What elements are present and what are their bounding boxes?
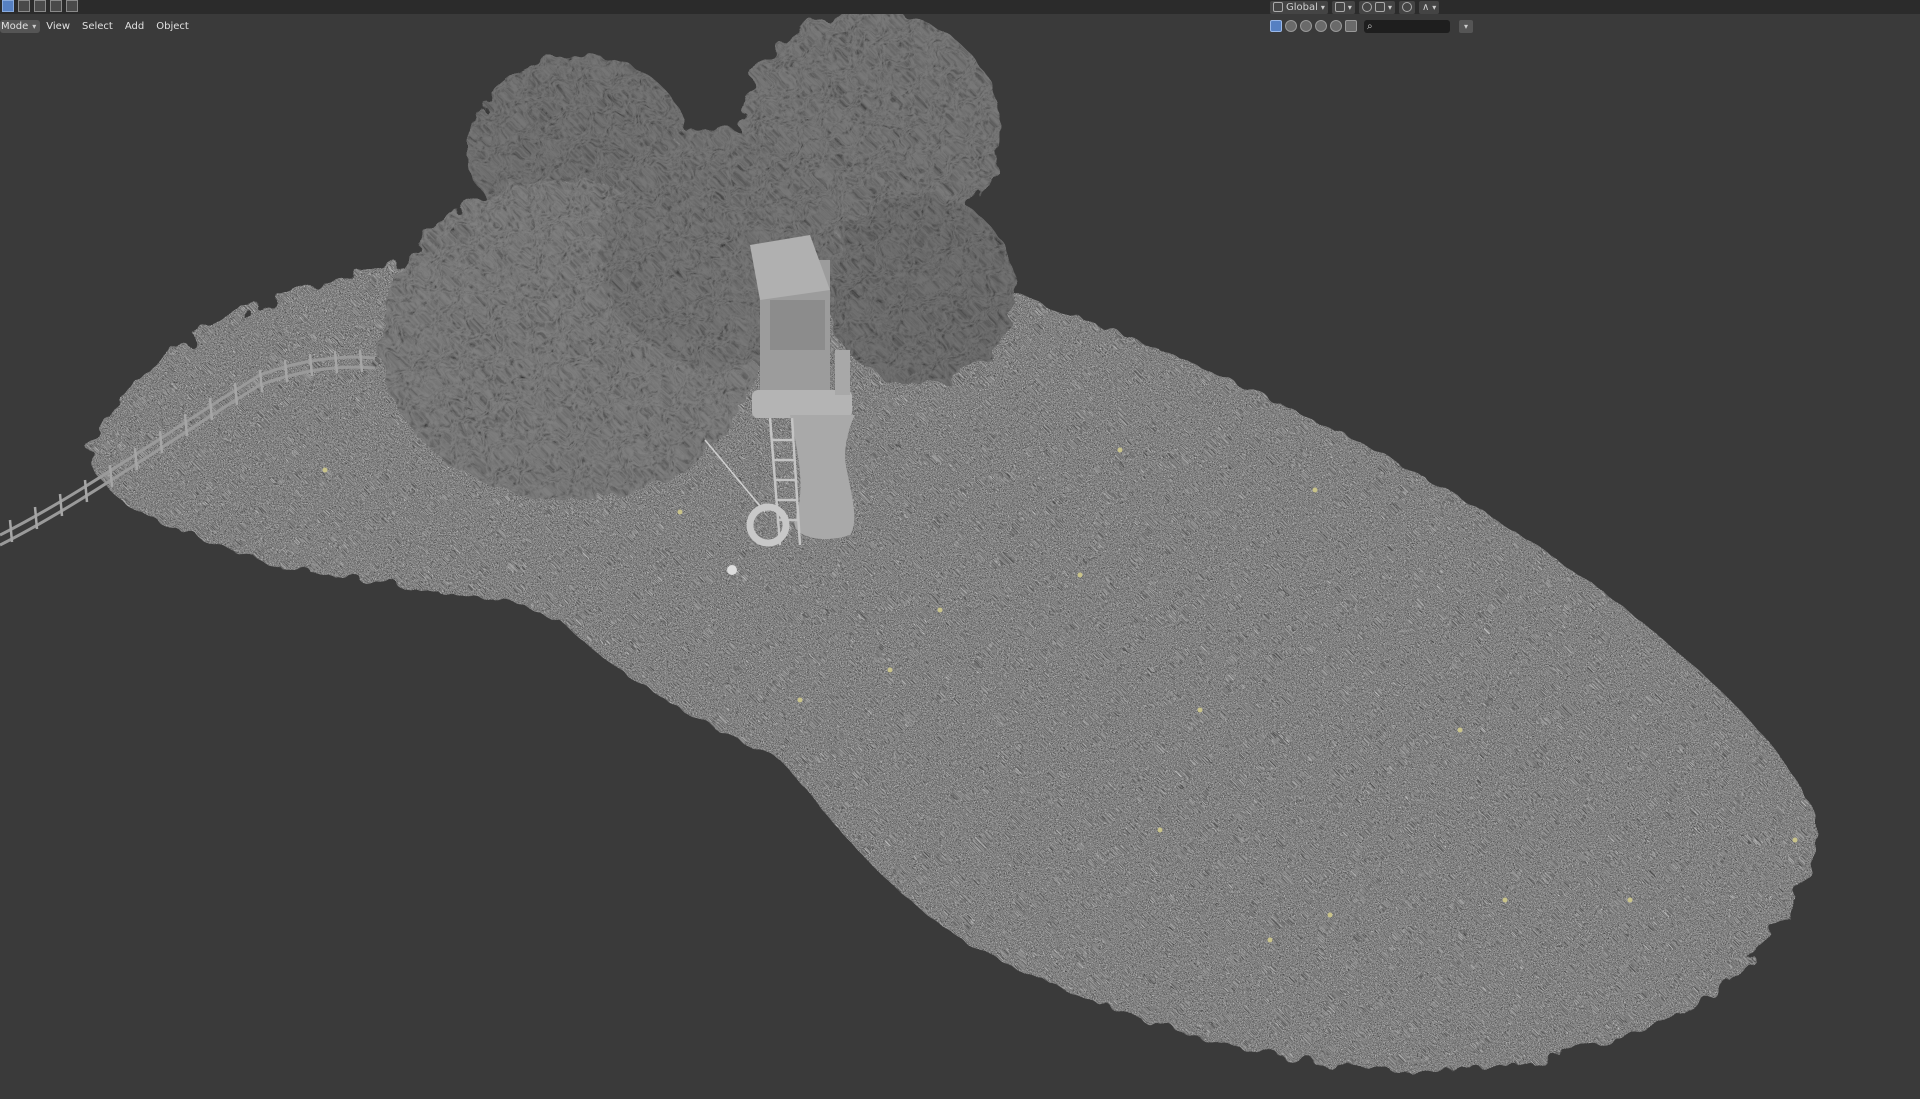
orientation-label: Global <box>1286 1 1318 13</box>
chevron-down-icon: ▾ <box>1432 2 1437 12</box>
menu-object[interactable]: Object <box>150 20 195 33</box>
menu-view[interactable]: View <box>40 20 76 33</box>
chevron-down-icon: ▾ <box>1387 2 1392 12</box>
chevron-down-icon: ▾ <box>32 21 37 31</box>
mode-label: Mode <box>1 20 29 32</box>
snap-dropdown[interactable]: ▾ <box>1358 0 1395 14</box>
material-shading-icon[interactable] <box>1315 20 1327 32</box>
falloff-dropdown[interactable]: ∧ ▾ <box>1418 0 1440 14</box>
select-intersect-icon[interactable] <box>66 0 78 12</box>
select-mode-group <box>2 0 78 12</box>
solid-shading-icon[interactable] <box>1300 20 1312 32</box>
proportional-edit-icon <box>1401 2 1412 12</box>
shading-bar: ⌕ ▾ <box>1270 18 1473 34</box>
transform-orientation-icon <box>1273 2 1283 12</box>
viewport-header: Global ▾ ▾ ▾ ∧ ▾ <box>0 0 1920 14</box>
ball <box>727 565 737 575</box>
menu-add[interactable]: Add <box>119 20 150 33</box>
wireframe-shading-icon[interactable] <box>1285 20 1297 32</box>
select-subtract-icon[interactable] <box>34 0 46 12</box>
falloff-icon: ∧ <box>1421 1 1430 13</box>
scene-render <box>0 10 1815 1072</box>
orientation-dropdown[interactable]: Global ▾ <box>1270 0 1328 14</box>
select-invert-icon[interactable] <box>50 0 62 12</box>
3d-viewport[interactable]: Global ▾ ▾ ▾ ∧ ▾ Mode ▾ View Select Add … <box>0 0 1920 1099</box>
select-new-icon[interactable] <box>2 0 14 12</box>
snap-icon <box>1361 2 1372 12</box>
overlay-icon[interactable] <box>1345 20 1357 32</box>
pivot-dropdown[interactable]: ▾ <box>1331 0 1355 14</box>
transform-tools: Global ▾ ▾ ▾ ∧ ▾ <box>1270 0 1440 14</box>
menu-select[interactable]: Select <box>76 20 119 33</box>
snap-target-icon <box>1374 2 1385 12</box>
pivot-point-icon <box>1334 2 1345 12</box>
select-extend-icon[interactable] <box>18 0 30 12</box>
viewport-menu-bar: Mode ▾ View Select Add Object <box>0 18 195 34</box>
mode-dropdown[interactable]: Mode ▾ <box>0 19 41 33</box>
search-icon: ⌕ <box>1367 20 1373 32</box>
chevron-down-icon: ▾ <box>1347 2 1352 12</box>
select-box-icon[interactable] <box>1270 20 1282 32</box>
search-input[interactable]: ⌕ <box>1364 19 1450 33</box>
chevron-down-icon: ▾ <box>1320 2 1325 12</box>
filter-icon[interactable]: ▾ <box>1459 19 1473 33</box>
rendered-shading-icon[interactable] <box>1330 20 1342 32</box>
proportional-edit-toggle[interactable] <box>1398 0 1415 14</box>
